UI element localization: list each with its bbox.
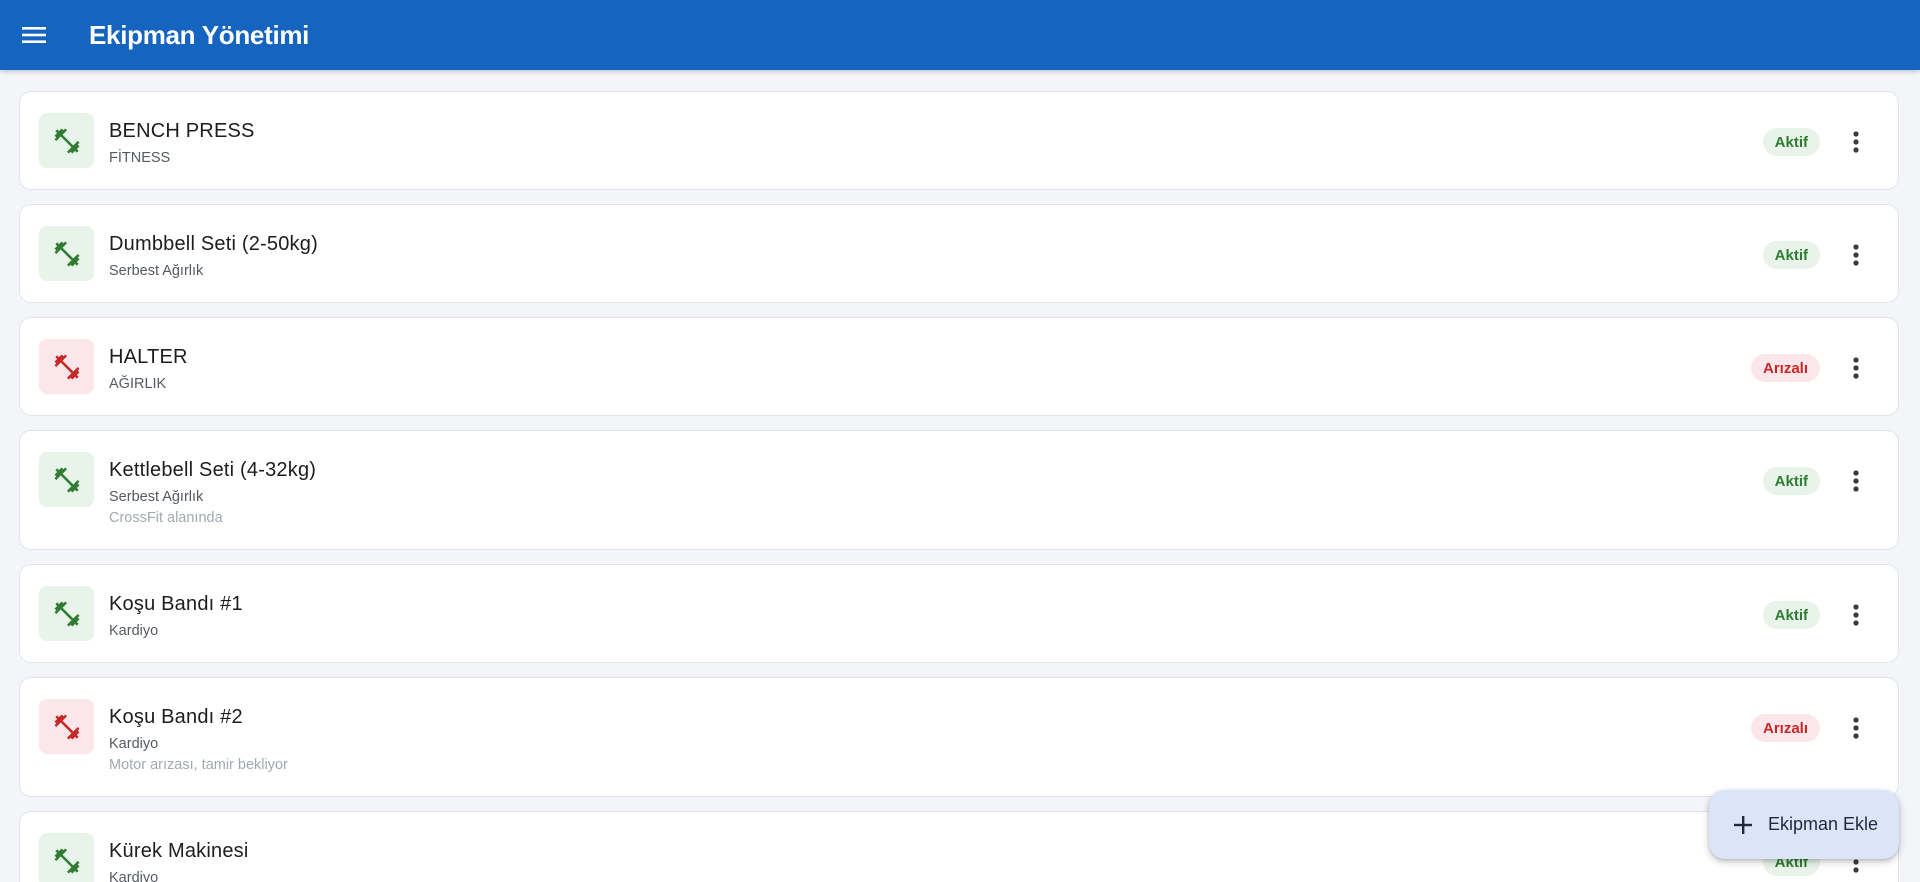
equipment-card[interactable]: Kettlebell Seti (4-32kg) Serbest Ağırlık…	[19, 430, 1899, 550]
equipment-category: AĞIRLIK	[109, 376, 167, 392]
status-badge: Aktif	[1762, 601, 1820, 629]
equipment-category: Serbest Ağırlık	[109, 263, 204, 279]
status-badge: Aktif	[1762, 241, 1820, 269]
more-vert-icon	[1853, 131, 1859, 153]
fitness-icon	[39, 452, 94, 507]
more-vert-icon	[1853, 717, 1859, 739]
equipment-name: Koşu Bandı #2	[109, 706, 243, 728]
equipment-card[interactable]: Dumbbell Seti (2-50kg) Serbest Ağırlık A…	[19, 204, 1899, 303]
equipment-category: Kardiyo	[109, 870, 159, 882]
more-options-button[interactable]	[1840, 712, 1872, 744]
equipment-card[interactable]: Kürek Makinesi Kardiyo Aktif	[19, 811, 1899, 882]
more-options-button[interactable]	[1840, 599, 1872, 631]
fitness-icon	[39, 113, 94, 168]
status-badge: Arızalı	[1750, 714, 1820, 742]
equipment-name: Kettlebell Seti (4-32kg)	[109, 459, 317, 481]
equipment-name: Dumbbell Seti (2-50kg)	[109, 233, 318, 255]
status-badge: Aktif	[1762, 128, 1820, 156]
equipment-list: BENCH PRESS FİTNESS Aktif Dumbbell Seti …	[19, 91, 1899, 882]
equipment-name: HALTER	[109, 346, 188, 368]
fitness-icon	[39, 586, 94, 641]
add-equipment-label: Ekipman Ekle	[1768, 814, 1879, 834]
app-bar: Ekipman Yönetimi	[0, 0, 1920, 70]
equipment-note: Motor arızası, tamir bekliyor	[109, 757, 288, 773]
fitness-icon	[39, 699, 94, 754]
equipment-category: FİTNESS	[109, 150, 171, 166]
menu-icon	[22, 27, 46, 43]
add-equipment-button[interactable]: Ekipman Ekle	[1709, 790, 1899, 859]
equipment-note: CrossFit alanında	[109, 510, 223, 526]
more-options-button[interactable]	[1840, 465, 1872, 497]
equipment-name: Kürek Makinesi	[109, 840, 249, 862]
status-badge: Arızalı	[1750, 354, 1820, 382]
fitness-icon	[39, 833, 94, 882]
more-options-button[interactable]	[1840, 239, 1872, 271]
fitness-icon	[39, 339, 94, 394]
fitness-icon	[39, 226, 94, 281]
equipment-name: Koşu Bandı #1	[109, 593, 243, 615]
menu-button[interactable]	[16, 17, 52, 53]
equipment-category: Serbest Ağırlık	[109, 489, 204, 505]
equipment-card[interactable]: Koşu Bandı #2 Kardiyo Motor arızası, tam…	[19, 677, 1899, 797]
more-vert-icon	[1853, 244, 1859, 266]
equipment-card[interactable]: Koşu Bandı #1 Kardiyo Aktif	[19, 564, 1899, 663]
equipment-card[interactable]: HALTER AĞIRLIK Arızalı	[19, 317, 1899, 416]
more-options-button[interactable]	[1840, 352, 1872, 384]
more-vert-icon	[1853, 470, 1859, 492]
plus-icon	[1734, 816, 1752, 834]
equipment-card[interactable]: BENCH PRESS FİTNESS Aktif	[19, 91, 1899, 190]
page-title: Ekipman Yönetimi	[89, 20, 310, 50]
status-badge: Aktif	[1762, 467, 1820, 495]
equipment-category: Kardiyo	[109, 736, 159, 752]
equipment-name: BENCH PRESS	[109, 120, 255, 142]
equipment-category: Kardiyo	[109, 623, 159, 639]
more-vert-icon	[1853, 604, 1859, 626]
more-options-button[interactable]	[1840, 126, 1872, 158]
more-vert-icon	[1853, 357, 1859, 379]
